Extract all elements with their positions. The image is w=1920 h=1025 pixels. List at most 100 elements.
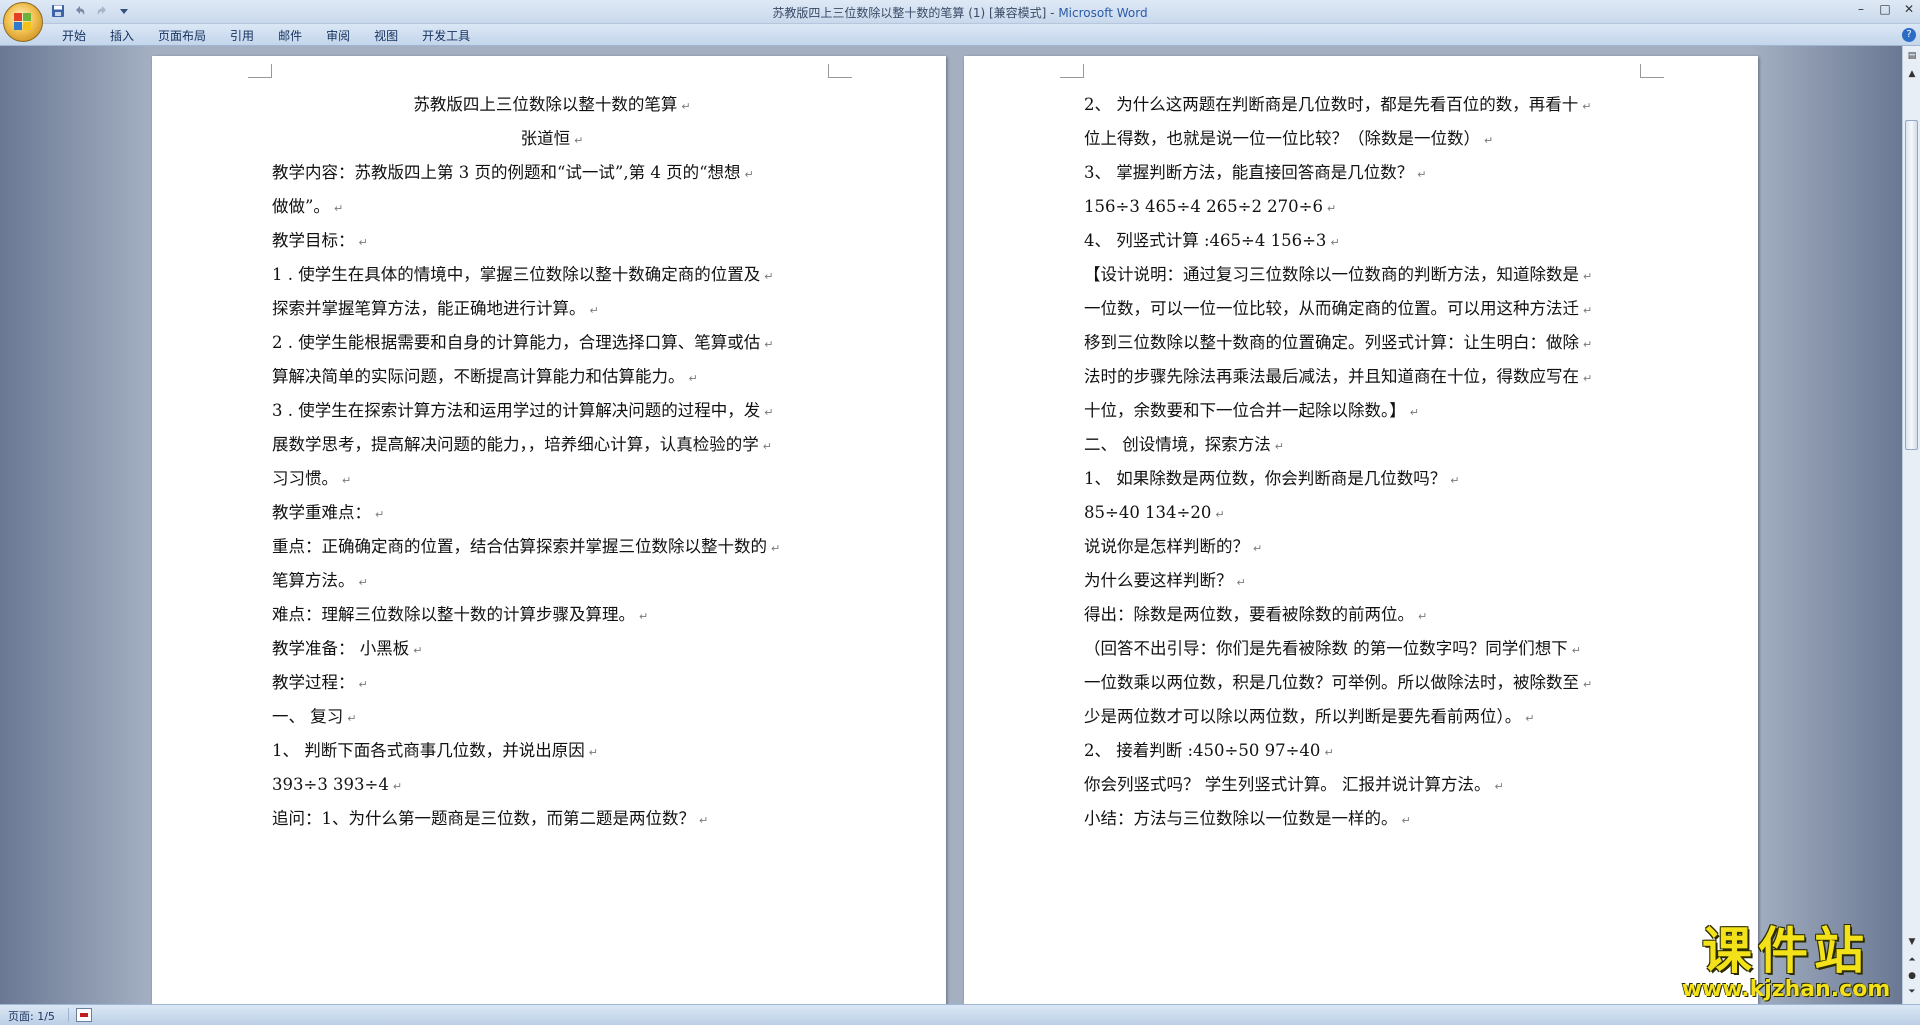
office-logo-icon (14, 13, 32, 31)
paragraph-line[interactable]: 教学重难点： ↵ (272, 496, 832, 530)
paragraph-line[interactable]: 算解决简单的实际问题，不断提高计算能力和估算能力。 ↵ (272, 360, 832, 394)
document-area[interactable]: 苏教版四上三位数除以整十数的笔算 ↵ 张道恒 ↵ 教学内容：苏教版四上第 3 页的例题和… (0, 46, 1902, 1004)
scrollbar-thumb[interactable] (1905, 120, 1918, 450)
page-2[interactable]: 2、 为什么这两题在判断商是几位数时，都是先看百位的数，再看十 ↵ 位上得数，也就是… (964, 56, 1758, 1004)
paragraph-line[interactable]: 二、 创设情境，探索方法 ↵ (1084, 428, 1646, 462)
paragraph-line[interactable]: 4、 列竖式计算 :465÷4 156÷3 ↵ (1084, 224, 1646, 258)
paragraph-line[interactable]: 你会列竖式吗？ 学生列竖式计算。 汇报并说计算方法。 ↵ (1084, 768, 1646, 802)
paragraph-line[interactable]: 一位数，可以一位一位比较，从而确定商的位置。可以用这种方法迁 ↵ (1084, 292, 1646, 326)
paragraph-text: 你会列竖式吗？ 学生列竖式计算。 汇报并说计算方法。 (1084, 775, 1491, 794)
paragraph-line[interactable]: 移到三位数除以整十数商的位置确定。列竖式计算：让生明白：做除 ↵ (1084, 326, 1646, 360)
paragraph-mark-icon: ↵ (764, 270, 774, 283)
paragraph-line[interactable]: 说说你是怎样判断的？ ↵ (1084, 530, 1646, 564)
help-icon[interactable]: ? (1902, 28, 1916, 42)
paragraph-line[interactable]: 习习惯。 ↵ (272, 462, 832, 496)
tab-developer[interactable]: 开发工具 (410, 27, 482, 45)
paragraph-line[interactable]: 追问：1、为什么第一题商是三位数，而第二题是两位数？ ↵ (272, 802, 832, 836)
select-browse-object-icon[interactable]: ● (1904, 968, 1920, 984)
paragraph-line[interactable]: 3 . 使学生在探索计算方法和运用学过的计算解决问题的过程中，发 ↵ (272, 394, 832, 428)
maximize-button[interactable]: □ (1878, 2, 1892, 16)
paragraph-text: 展数学思考，提高解决问题的能力，，培养细心计算，认真检验的学 (272, 435, 759, 454)
paragraph-line[interactable]: 为什么要这样判断？ ↵ (1084, 564, 1646, 598)
paragraph-text: 一、 复习 (272, 707, 344, 726)
paragraph-line[interactable]: 1、 判断下面各式商事几位数，并说出原因 ↵ (272, 734, 832, 768)
paragraph-line[interactable]: 十位，余数要和下一位合并一起除以除数。】 ↵ (1084, 394, 1646, 428)
paragraph-line[interactable]: 3、 掌握判断方法，能直接回答商是几位数？ ↵ (1084, 156, 1646, 190)
paragraph-mark-icon: ↵ (358, 236, 368, 249)
paragraph-line[interactable]: 156÷3 465÷4 265÷2 270÷6 ↵ (1084, 190, 1646, 224)
paragraph-line[interactable]: 得出：除数是两位数，要看被除数的前两位。 ↵ (1084, 598, 1646, 632)
paragraph-text: 1 . 使学生在具体的情境中，掌握三位数除以整十数确定商的位置及 (272, 265, 761, 284)
paragraph-mark-icon: ↵ (1274, 440, 1284, 453)
paragraph-line[interactable]: 难点：理解三位数除以整十数的计算步骤及算理。 ↵ (272, 598, 832, 632)
paragraph-line[interactable]: 少是两位数才可以除以两位数，所以判断是要先看前两位）。 ↵ (1084, 700, 1646, 734)
paragraph-line[interactable]: 教学目标： ↵ (272, 224, 832, 258)
page-1-text[interactable]: 苏教版四上三位数除以整十数的笔算 ↵ 张道恒 ↵ 教学内容：苏教版四上第 3 页的例题和… (272, 88, 832, 836)
tab-insert[interactable]: 插入 (98, 27, 146, 45)
scroll-up-icon[interactable]: ▲ (1904, 66, 1920, 82)
tab-mailings[interactable]: 邮件 (266, 27, 314, 45)
paragraph-line[interactable]: 探索并掌握笔算方法，能正确地进行计算。 ↵ (272, 292, 832, 326)
office-button[interactable] (3, 2, 43, 42)
paragraph-mark-icon: ↵ (375, 508, 385, 521)
paragraph-line[interactable]: 2、 接着判断 :450÷50 97÷40 ↵ (1084, 734, 1646, 768)
scroll-down-icon[interactable]: ▼ (1904, 934, 1920, 950)
watermark-url: www.kjzhan.com (1681, 977, 1891, 1002)
paragraph-text: 3、 掌握判断方法，能直接回答商是几位数？ (1084, 163, 1414, 182)
paragraph-line[interactable]: （回答不出引导：你们是先看被除数 的第一位数字吗？同学们想下 ↵ (1084, 632, 1646, 666)
paragraph-text: 小结：方法与三位数除以一位数是一样的。 (1084, 809, 1398, 828)
close-button[interactable]: ✕ (1902, 2, 1916, 16)
page-1[interactable]: 苏教版四上三位数除以整十数的笔算 ↵ 张道恒 ↵ 教学内容：苏教版四上第 3 页的例题和… (152, 56, 946, 1004)
paragraph-line[interactable]: 85÷40 134÷20 ↵ (1084, 496, 1646, 530)
paragraph-line[interactable]: 做做”。 ↵ (272, 190, 832, 224)
paragraph-mark-icon: ↵ (1525, 712, 1535, 725)
tab-review[interactable]: 审阅 (314, 27, 362, 45)
vertical-scrollbar[interactable]: ▤ ▲ ▼ ⏶ ● ⏷ (1902, 46, 1920, 1004)
status-bar: 页面: 1/5 (0, 1004, 1920, 1025)
paragraph-line[interactable]: 教学过程： ↵ (272, 666, 832, 700)
page-2-text[interactable]: 2、 为什么这两题在判断商是几位数时，都是先看百位的数，再看十 ↵ 位上得数，也就是… (1084, 88, 1646, 836)
status-divider (68, 1008, 69, 1022)
tab-page-layout[interactable]: 页面布局 (146, 27, 218, 45)
paragraph-mark-icon: ↵ (342, 474, 352, 487)
paragraph-line[interactable]: 展数学思考，提高解决问题的能力，，培养细心计算，认真检验的学 ↵ (272, 428, 832, 462)
page-indicator[interactable]: 页面: 1/5 (8, 1008, 55, 1024)
previous-page-icon[interactable]: ⏶ (1904, 952, 1920, 968)
paragraph-line[interactable]: 2、 为什么这两题在判断商是几位数时，都是先看百位的数，再看十 ↵ (1084, 88, 1646, 122)
tab-view[interactable]: 视图 (362, 27, 410, 45)
paragraph-line[interactable]: 张道恒 ↵ (272, 122, 832, 156)
minimize-button[interactable]: – (1854, 2, 1868, 16)
paragraph-line[interactable]: 一、 复习 ↵ (272, 700, 832, 734)
margin-corner-mark (1640, 64, 1664, 78)
paragraph-line[interactable]: 【设计说明：通过复习三位数除以一位数商的判断方法，知道除数是 ↵ (1084, 258, 1646, 292)
paragraph-line[interactable]: 一位数乘以两位数，积是几位数？可举例。所以做除法时，被除数至 ↵ (1084, 666, 1646, 700)
tab-home[interactable]: 开始 (50, 27, 98, 45)
paragraph-line[interactable]: 教学内容：苏教版四上第 3 页的例题和“试一试”,第 4 页的“想想 ↵ (272, 156, 832, 190)
paragraph-text: 【设计说明：通过复习三位数除以一位数商的判断方法，知道除数是 (1084, 265, 1579, 284)
paragraph-mark-icon: ↵ (764, 338, 774, 351)
paragraph-mark-icon: ↵ (1571, 644, 1581, 657)
ribbon-tabs: 开始 插入 页面布局 引用 邮件 审阅 视图 开发工具 ? (0, 24, 1920, 46)
next-page-icon[interactable]: ⏷ (1904, 984, 1920, 1000)
ruler-toggle-icon[interactable]: ▤ (1904, 48, 1920, 64)
paragraph-line[interactable]: 教学准备： 小黑板 ↵ (272, 632, 832, 666)
paragraph-line[interactable]: 重点：正确确定商的位置，结合估算探索并掌握三位数除以整十数的 ↵ (272, 530, 832, 564)
paragraph-line[interactable]: 2 . 使学生能根据需要和自身的计算能力，合理选择口算、笔算或估 ↵ (272, 326, 832, 360)
window-title: 苏教版四上三位数除以整十数的笔算 (1) [兼容模式] - Microsoft … (772, 6, 1148, 20)
paragraph-line[interactable]: 苏教版四上三位数除以整十数的笔算 ↵ (272, 88, 832, 122)
paragraph-mark-icon: ↵ (1253, 542, 1263, 555)
paragraph-line[interactable]: 小结：方法与三位数除以一位数是一样的。 ↵ (1084, 802, 1646, 836)
paragraph-mark-icon: ↵ (1324, 746, 1334, 759)
paragraph-mark-icon: ↵ (1583, 304, 1593, 317)
proofing-icon[interactable] (76, 1008, 92, 1022)
paragraph-text: 苏教版四上三位数除以整十数的笔算 (413, 95, 678, 114)
paragraph-line[interactable]: 笔算方法。 ↵ (272, 564, 832, 598)
paragraph-line[interactable]: 法时的步骤先除法再乘法最后减法，并且知道商在十位，得数应写在 ↵ (1084, 360, 1646, 394)
tab-references[interactable]: 引用 (218, 27, 266, 45)
paragraph-mark-icon: ↵ (392, 780, 403, 793)
paragraph-line[interactable]: 1、 如果除数是两位数，你会判断商是几位数吗？ ↵ (1084, 462, 1646, 496)
paragraph-text: （回答不出引导：你们是先看被除数 的第一位数字吗？同学们想下 (1084, 639, 1568, 658)
paragraph-line[interactable]: 1 . 使学生在具体的情境中，掌握三位数除以整十数确定商的位置及 ↵ (272, 258, 832, 292)
paragraph-line[interactable]: 位上得数，也就是说一位一位比较？（除数是一位数） ↵ (1084, 122, 1646, 156)
paragraph-line[interactable]: 393÷3 393÷4 ↵ (272, 768, 832, 802)
